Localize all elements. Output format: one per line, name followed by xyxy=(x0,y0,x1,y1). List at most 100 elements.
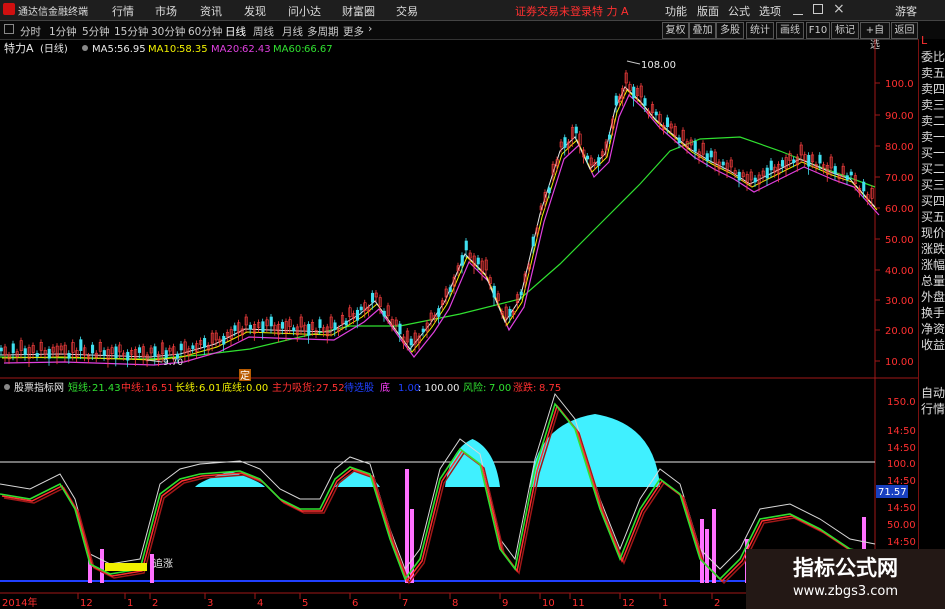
panel-label[interactable]: 卖一 xyxy=(921,129,945,146)
x-tick-label: 5 xyxy=(302,598,308,609)
watermark-url: www.zbgs3.com xyxy=(792,584,899,599)
settings-icon[interactable] xyxy=(82,45,88,51)
candle-body xyxy=(769,160,773,171)
period-weekly[interactable]: 周线 xyxy=(253,24,274,39)
view-toggle-icon[interactable] xyxy=(4,24,14,34)
candle-body xyxy=(333,322,337,331)
price-header: 特力A (日线) MA5: 56.95 MA10: 58.35 MA20: 62… xyxy=(4,41,333,55)
panel-label[interactable]: 卖三 xyxy=(921,97,945,114)
current-stock: 特 力 A xyxy=(592,5,629,18)
candle-body xyxy=(344,320,348,326)
candle-body xyxy=(849,171,853,176)
menu-ask[interactable]: 问小达 xyxy=(288,3,321,19)
mark-button[interactable]: 标记 xyxy=(831,22,859,39)
panel-label[interactable]: 现价 xyxy=(921,225,945,242)
panel-label[interactable]: 自动 xyxy=(921,385,945,402)
period-timeshare[interactable]: 分时 xyxy=(20,24,41,39)
x-year: 2014年 xyxy=(2,596,37,609)
period-1min[interactable]: 1分钟 xyxy=(49,24,77,39)
x-tick-label: 1 xyxy=(127,598,133,609)
indicator-settings-icon[interactable] xyxy=(4,384,10,390)
panel-label[interactable]: 卖五 xyxy=(921,65,945,82)
period-more[interactable]: 更多 xyxy=(343,24,364,39)
period-5min[interactable]: 5分钟 xyxy=(82,24,110,39)
indicator-annotation: 追涨 xyxy=(153,557,173,570)
period-30min[interactable]: 30分钟 xyxy=(151,24,185,39)
minimize-button[interactable] xyxy=(793,4,803,15)
add-favorite-button[interactable]: +自选 xyxy=(860,22,890,51)
close-icon[interactable]: × xyxy=(833,1,845,17)
panel-label[interactable]: 买四 xyxy=(921,193,945,210)
indicator-tick: 14:50 xyxy=(887,443,916,454)
draw-line-button[interactable]: 画线 xyxy=(776,22,804,39)
panel-label[interactable]: 委比 xyxy=(921,49,945,66)
panel-label[interactable]: 买五 xyxy=(921,209,945,226)
candle-body xyxy=(91,344,95,354)
high-pointer xyxy=(626,60,641,65)
candle-body xyxy=(179,343,183,351)
panel-label[interactable]: 净资 xyxy=(921,321,945,338)
candle-body xyxy=(126,351,130,361)
price-tick: 30.00 xyxy=(885,296,914,307)
candle-body xyxy=(47,348,51,359)
candle-body xyxy=(709,150,713,158)
candle-body xyxy=(632,86,636,99)
candle-body xyxy=(693,141,697,152)
panel-label[interactable]: 行情 xyxy=(921,401,945,418)
menu-quotes[interactable]: 行情 xyxy=(112,3,134,19)
kline-chart[interactable]: 特力A (日线) MA5: 56.95 MA10: 58.35 MA20: 62… xyxy=(0,39,918,609)
menu-options[interactable]: 选项 xyxy=(759,3,781,19)
overlay-button[interactable]: 叠加 xyxy=(689,22,716,39)
multi-stock-button[interactable]: 多股 xyxy=(716,22,744,39)
param-value: : 100.00 xyxy=(418,383,460,394)
statistics-button[interactable]: 统计 xyxy=(746,22,774,39)
candle-body xyxy=(753,177,757,183)
panel-label[interactable]: 买一 xyxy=(921,145,945,162)
maximize-button[interactable] xyxy=(813,4,823,14)
menu-function[interactable]: 功能 xyxy=(665,3,687,19)
panel-label[interactable]: 收益 xyxy=(921,337,945,354)
candle-body xyxy=(382,310,386,317)
menu-formula[interactable]: 公式 xyxy=(728,3,750,19)
x-tick-label: 9 xyxy=(502,598,508,609)
x-tick-label: 10 xyxy=(542,598,555,609)
login-status[interactable]: 证券交易未登录 xyxy=(515,3,592,19)
param-value: 21.43 xyxy=(92,383,121,394)
panel-label[interactable]: 涨跌 xyxy=(921,241,945,258)
x-tick-label: 6 xyxy=(352,598,358,609)
param-label: 风险: xyxy=(463,381,486,394)
price-tick: 90.00 xyxy=(885,111,914,122)
time-axis: 2014年 12123456789101112123 xyxy=(2,593,758,609)
param-value: 8.75 xyxy=(539,383,561,394)
period-daily[interactable]: 日线 xyxy=(225,24,246,39)
panel-label[interactable]: 买三 xyxy=(921,177,945,194)
back-button[interactable]: 返回 xyxy=(891,22,918,39)
panel-label[interactable]: 卖四 xyxy=(921,81,945,98)
period-15min[interactable]: 15分钟 xyxy=(114,24,148,39)
panel-label[interactable]: 卖二 xyxy=(921,113,945,130)
chevron-right-icon[interactable]: › xyxy=(368,22,372,35)
panel-label[interactable]: 涨幅 xyxy=(921,257,945,274)
menu-wealth[interactable]: 财富圈 xyxy=(342,3,375,19)
menu-news[interactable]: 资讯 xyxy=(200,3,222,19)
candle-body xyxy=(102,350,106,356)
panel-label[interactable]: 换手 xyxy=(921,305,945,322)
candle-body xyxy=(307,323,311,336)
guest-label[interactable]: 游客 xyxy=(895,3,917,19)
panel-label[interactable]: 外盘 xyxy=(921,289,945,306)
panel-label[interactable]: 总量 xyxy=(921,273,945,290)
menu-market[interactable]: 市场 xyxy=(155,3,177,19)
candle-body xyxy=(585,155,590,160)
period-60min[interactable]: 60分钟 xyxy=(188,24,222,39)
menu-layout[interactable]: 版面 xyxy=(697,3,719,19)
menu-trade[interactable]: 交易 xyxy=(396,3,418,19)
period-monthly[interactable]: 月线 xyxy=(282,24,303,39)
candle-body xyxy=(114,346,118,359)
f10-button[interactable]: F10 xyxy=(806,22,830,39)
restore-right-button[interactable]: 复权 xyxy=(662,22,689,39)
candle-body xyxy=(153,346,157,357)
panel-top-label[interactable]: L xyxy=(921,33,945,50)
period-multi[interactable]: 多周期 xyxy=(307,24,339,39)
panel-label[interactable]: 买二 xyxy=(921,161,945,178)
menu-discover[interactable]: 发现 xyxy=(244,3,266,19)
